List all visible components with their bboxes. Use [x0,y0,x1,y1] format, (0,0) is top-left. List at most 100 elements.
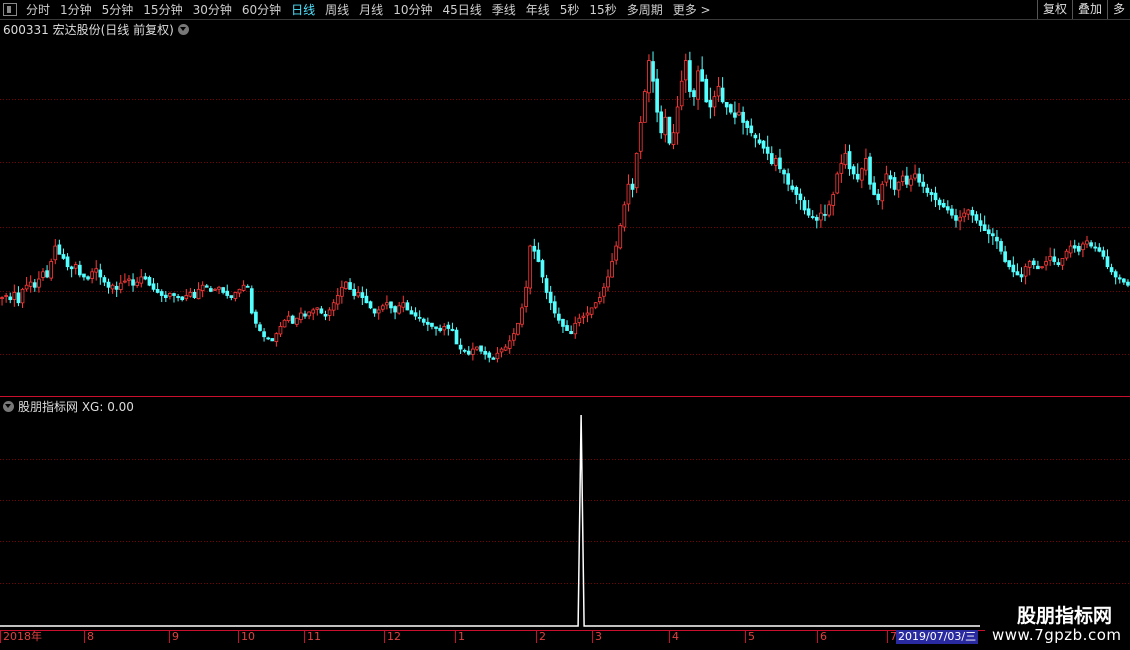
candle-body [724,101,729,108]
candle-body [180,296,185,301]
candle-body [32,282,37,288]
candle-body [24,284,29,290]
candle-body [557,313,561,321]
chevron-down-icon[interactable] [177,24,189,35]
candle-body [98,269,103,278]
candle-body [385,302,389,306]
candle-body [278,326,283,335]
candle-body [290,315,295,324]
candle-body [802,200,807,211]
candle-body [184,295,189,300]
candle-body [352,288,356,296]
candle-body [634,152,639,189]
candle-body [647,60,651,94]
candle-body [94,268,99,273]
candle-body [1015,271,1020,276]
candle-body [823,214,827,216]
candle-body [438,327,442,331]
candle-body [123,280,127,283]
candle-body [1109,267,1114,273]
candle-body [307,311,311,317]
candle-body [798,193,803,201]
candle-body [1011,264,1016,273]
candle-body [454,329,459,345]
candle-body [753,134,758,139]
candle-body [655,78,659,113]
candle-body [610,261,614,278]
candle-body [667,116,672,144]
watermark-url: www.7gpzb.com [992,626,1122,644]
candle-body [340,286,344,297]
candle-body [573,322,578,335]
current-date-badge: 2019/07/03/三 [896,630,979,644]
candle-body [331,302,336,311]
candle-body [262,331,266,338]
candle-body [696,70,700,100]
candle-body [110,284,115,290]
candle-body [548,291,553,304]
candle-body [430,322,434,327]
candle-body [827,204,831,216]
candle-body [708,99,713,108]
candle-body [20,288,25,304]
candle-body [151,283,156,290]
candle-body [389,301,393,309]
candle-body [859,168,864,181]
candle-body [446,324,451,329]
candle-body [1093,246,1098,249]
candle-body [274,333,279,342]
candle-body [61,254,66,259]
candle-body [131,279,135,286]
candle-body [528,245,533,289]
candle-body [561,318,565,327]
candle-body [1036,265,1040,270]
candle-body [524,286,528,307]
candle-body [831,194,836,206]
candle-body [905,175,909,185]
candle-body [663,116,668,136]
candle-body [790,185,795,190]
candle-body [945,206,950,211]
candle-body [606,276,610,288]
candle-body [360,292,365,298]
candle-body [487,352,492,358]
candle-body [602,286,606,297]
candle-body [900,175,905,183]
candle-body [1068,245,1073,254]
candle-body [962,212,967,218]
candle-body [1081,243,1085,251]
candle-body [643,91,647,123]
candle-body [765,146,770,154]
candle-body [941,203,946,208]
time-axis-label: 5 [745,631,755,643]
candle-body [999,241,1003,252]
candle-body [311,309,316,314]
candle-body [876,193,881,201]
candle-body [372,308,377,314]
candle-body [65,256,70,268]
candle-body [213,288,217,291]
candle-body [888,175,893,180]
candle-body [913,173,917,179]
candle-body [536,249,541,262]
time-axis-label: 8 [84,631,94,643]
candle-body [839,163,844,174]
candle-body [925,187,930,193]
candle-body [221,287,225,293]
candle-body [872,182,876,195]
candle-body [892,177,897,190]
candle-body [356,292,361,297]
candle-body [348,282,352,290]
time-axis-label: 6 [817,631,827,643]
candle-body [917,173,921,183]
candle-body [692,90,696,98]
candle-body [896,181,901,191]
candle-body [991,233,995,237]
candle-body [974,214,979,221]
candle-body [204,285,209,288]
watermark-title: 股朋指标网 [1017,605,1113,627]
chevron-down-icon[interactable] [3,401,14,412]
time-axis-label: 3 [592,631,602,643]
candle-body [12,292,17,300]
candle-body [1040,266,1044,269]
